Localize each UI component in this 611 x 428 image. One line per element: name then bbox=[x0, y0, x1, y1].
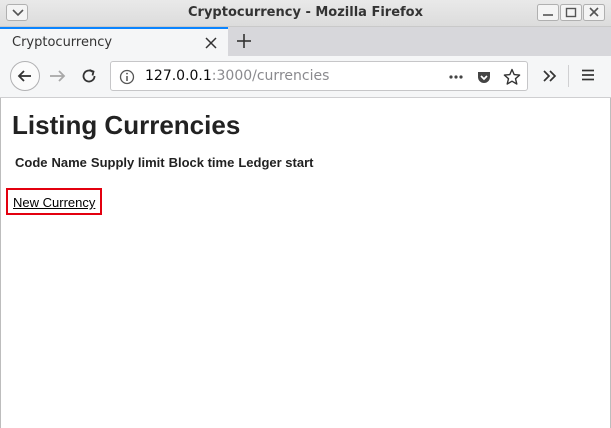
url-bar[interactable]: 127.0.0.1:3000/currencies bbox=[110, 61, 528, 91]
maximize-icon bbox=[560, 4, 582, 21]
pocket-icon[interactable] bbox=[476, 69, 492, 85]
window-title: Cryptocurrency - Mozilla Firefox bbox=[188, 5, 423, 20]
info-icon[interactable] bbox=[119, 69, 135, 85]
new-currency-link[interactable]: New Currency bbox=[13, 195, 95, 210]
new-tab-icon[interactable] bbox=[235, 32, 253, 50]
page-title: Listing Currencies bbox=[12, 110, 241, 140]
page-content: Listing Currencies Code Name Supply limi… bbox=[0, 98, 611, 428]
back-arrow-icon bbox=[17, 70, 31, 82]
page-actions-icon[interactable] bbox=[448, 69, 464, 85]
tab-label: Cryptocurrency bbox=[12, 35, 113, 50]
maximize-button[interactable] bbox=[560, 4, 582, 21]
navigation-toolbar: 127.0.0.1:3000/currencies bbox=[0, 56, 611, 98]
tab-cryptocurrency[interactable]: Cryptocurrency bbox=[0, 27, 228, 56]
column-header-supply-limit: Supply limit bbox=[90, 155, 165, 170]
bookmark-star-icon[interactable] bbox=[503, 68, 521, 86]
minimize-icon bbox=[537, 4, 559, 21]
back-button[interactable] bbox=[10, 61, 40, 91]
url-host: 127.0.0.1 bbox=[145, 68, 212, 84]
column-header-block-time: Block time bbox=[168, 155, 235, 170]
minimize-button[interactable] bbox=[537, 4, 559, 21]
close-icon bbox=[583, 4, 605, 21]
column-header-ledger-start: Ledger start bbox=[238, 155, 314, 170]
reload-icon[interactable] bbox=[80, 67, 98, 85]
overflow-chevrons-icon[interactable] bbox=[541, 67, 559, 85]
url-text[interactable]: 127.0.0.1:3000/currencies bbox=[145, 68, 329, 84]
column-header-name: Name bbox=[51, 155, 87, 170]
window-border-left bbox=[0, 98, 1, 428]
highlight-box: New Currency bbox=[6, 188, 102, 215]
window-titlebar: Cryptocurrency - Mozilla Firefox bbox=[0, 0, 611, 27]
toolbar-separator bbox=[568, 65, 569, 87]
close-tab-icon[interactable] bbox=[204, 36, 218, 50]
column-header-code: Code bbox=[15, 155, 48, 170]
currencies-table-header: Code Name Supply limit Block time Ledger… bbox=[15, 155, 313, 170]
tab-strip: Cryptocurrency bbox=[0, 27, 611, 56]
hamburger-menu-icon[interactable] bbox=[580, 67, 596, 83]
url-path: :3000/currencies bbox=[211, 68, 330, 84]
forward-arrow-icon[interactable] bbox=[48, 67, 66, 85]
close-window-button[interactable] bbox=[583, 4, 605, 21]
window-controls bbox=[537, 4, 605, 21]
